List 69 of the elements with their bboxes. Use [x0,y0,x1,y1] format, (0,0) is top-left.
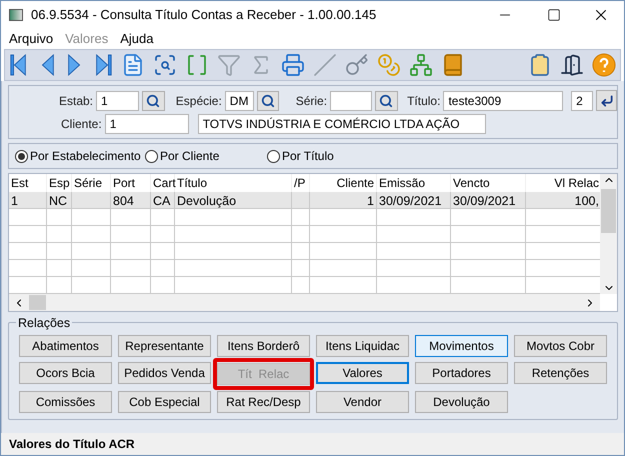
parcela-field[interactable]: 2 [571,90,594,110]
field-label: Título: [407,92,440,110]
serie-field[interactable] [330,90,372,110]
preview-icon[interactable] [153,53,177,77]
relation-button[interactable]: Ocors Bcia [19,362,112,384]
last-icon[interactable] [93,53,113,77]
relation-button[interactable]: Vendor [316,391,409,413]
menu-item[interactable]: Arquivo [9,29,54,49]
order-radio[interactable]: Por Estabelecimento [15,147,145,165]
search-icon [261,94,276,108]
table-cell: CA [151,192,175,208]
field-label: Estab: [59,92,94,110]
field-label: Cliente: [61,116,102,133]
estab-field[interactable]: 1 [96,90,140,110]
status-bar-text: Valores do Título ACR [9,436,135,453]
enter-icon [600,94,614,108]
app-icon [9,9,23,21]
window-title: 06.9.5534 - Consulta Título Contas a Receber - 1.00.00.145 [31,6,378,24]
printer-icon[interactable] [281,53,305,77]
order-radio[interactable]: Por Título [267,147,334,165]
especie-field[interactable]: DM [224,90,254,110]
field-label: Espécie: [176,92,222,110]
cliente-name-field[interactable]: TOTVS INDÚSTRIA E COMÉRCIO LTDA AÇÃO [198,114,486,134]
relation-button[interactable]: Cob Especial [118,391,211,413]
table-cell: 1 [310,192,377,208]
clipboard-icon[interactable] [528,53,552,77]
search-button[interactable] [256,90,280,110]
relation-button[interactable]: Representante [118,335,211,357]
table-cell: 30/09/2021 [451,192,526,208]
relation-button[interactable]: Abatimentos [19,335,112,357]
relation-button[interactable]: Comissões [19,391,112,413]
vertical-scrollbar[interactable] [600,174,617,294]
search-button[interactable] [142,90,165,110]
relation-button[interactable]: Portadores [415,362,508,384]
relation-button[interactable]: Itens Borderô [217,335,310,357]
relation-button[interactable]: Itens Liquidac [316,335,409,357]
field-label: Série: [296,92,328,110]
key-icon[interactable] [345,53,369,77]
maximize-icon[interactable] [547,8,561,22]
book-icon[interactable] [441,53,465,77]
relation-button[interactable]: Movimentos [415,335,508,357]
table-cell: 1 [9,192,47,208]
table-cell: 804 [111,192,151,208]
document-icon[interactable] [121,53,145,77]
help-icon[interactable] [592,53,616,77]
table-cell: 30/09/2021 [377,192,451,208]
search-button[interactable] [375,90,398,110]
relation-button[interactable]: Devolução [415,391,508,413]
search-icon [379,94,394,108]
order-radio[interactable]: Por Cliente [145,147,267,165]
horizontal-scrollbar[interactable] [9,294,600,311]
table-cell: NC [47,192,72,208]
titulo-field[interactable]: teste3009 [443,90,564,110]
scrollbar-thumb[interactable] [29,295,46,310]
brackets-icon[interactable] [185,53,209,77]
table-cell: Devolução [175,192,292,208]
scrollbar-thumb[interactable] [601,189,616,233]
relation-button[interactable]: Valores [316,362,409,384]
relation-button[interactable]: Retenções [514,362,607,384]
menu-item[interactable]: Ajuda [120,29,154,49]
relation-button[interactable]: Rat Rec/Desp [217,391,310,413]
relation-button[interactable]: Pedidos Venda [118,362,211,384]
cliente-field[interactable]: 1 [104,114,189,134]
first-icon[interactable] [9,53,29,77]
enter-button[interactable] [596,90,618,111]
exit-door-icon[interactable] [560,53,584,77]
search-icon [146,94,160,108]
relation-button[interactable]: Movtos Cobr [514,335,607,357]
hierarchy-icon[interactable] [409,53,433,77]
